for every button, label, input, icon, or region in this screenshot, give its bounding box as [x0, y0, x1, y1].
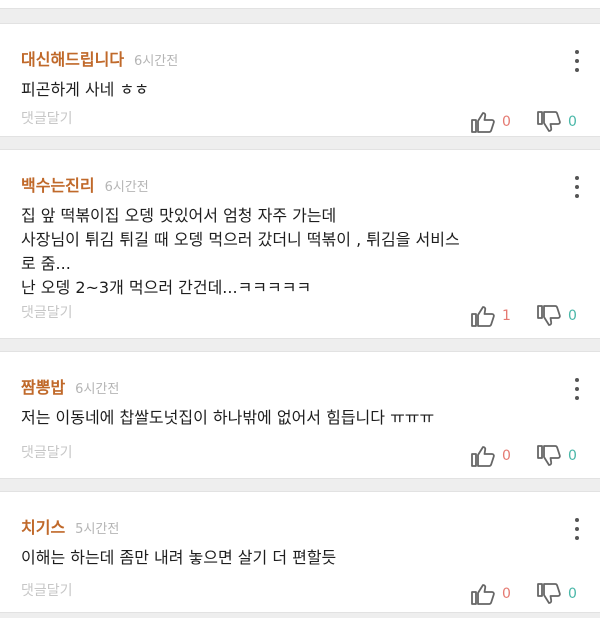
- like-button[interactable]: 0: [470, 110, 516, 134]
- dislike-count: 0: [568, 448, 577, 464]
- comment-author[interactable]: 짬뽕밥: [21, 374, 65, 398]
- comment-header: 대신해드립니다 6시간전: [21, 46, 178, 70]
- thumbs-up-icon: [471, 446, 495, 467]
- like-button[interactable]: 0: [470, 444, 516, 468]
- vote-bar: 0 0: [470, 582, 582, 606]
- dislike-count: 0: [568, 586, 577, 602]
- comment-item: 짬뽕밥 6시간전 저는 이동네에 찹쌀도넛집이 하나밖에 없어서 힘듭니다 ㅠㅠ…: [0, 351, 600, 479]
- comment-time: 6시간전: [75, 382, 120, 397]
- comment-author[interactable]: 대신해드립니다: [21, 46, 124, 70]
- dislike-button[interactable]: 0: [536, 582, 582, 606]
- comment-item: 치기스 5시간전 이해는 하는데 좀만 내려 놓으면 살기 더 편할듯 댓글달기…: [0, 491, 600, 613]
- more-vertical-icon[interactable]: [574, 50, 580, 72]
- vote-bar: 1 0: [470, 304, 582, 328]
- like-count: 0: [502, 586, 511, 602]
- comment-time: 6시간전: [104, 180, 149, 195]
- thumbs-down-icon: [537, 583, 561, 604]
- like-button[interactable]: 1: [470, 304, 516, 328]
- more-vertical-icon[interactable]: [574, 176, 580, 198]
- comment-text: 저는 이동네에 찹쌀도넛집이 하나밖에 없어서 힘듭니다 ㅠㅠㅠ: [21, 408, 435, 427]
- comment-header: 짬뽕밥 6시간전: [21, 374, 119, 398]
- dislike-count: 0: [568, 114, 577, 130]
- comment-text: 집 앞 떡볶이집 오뎅 맛있어서 엄청 자주 가는데 사장님이 튀김 튀길 때 …: [21, 206, 460, 297]
- comment-time: 6시간전: [134, 54, 179, 69]
- thumbs-up-icon: [471, 584, 495, 605]
- dislike-count: 0: [568, 308, 577, 324]
- comment-author[interactable]: 치기스: [21, 514, 65, 538]
- more-vertical-icon[interactable]: [574, 518, 580, 540]
- reply-button[interactable]: 댓글달기: [21, 580, 73, 600]
- comment-header: 백수는진리 6시간전: [21, 172, 149, 196]
- vote-bar: 0 0: [470, 444, 582, 468]
- thumbs-up-icon: [471, 306, 495, 327]
- comment-text: 이해는 하는데 좀만 내려 놓으면 살기 더 편할듯: [21, 548, 337, 567]
- dislike-button[interactable]: 0: [536, 110, 582, 134]
- comment-item: 백수는진리 6시간전 집 앞 떡볶이집 오뎅 맛있어서 엄청 자주 가는데 사장…: [0, 149, 600, 339]
- like-count: 0: [502, 114, 511, 130]
- reply-button[interactable]: 댓글달기: [21, 302, 73, 322]
- thumbs-down-icon: [537, 111, 561, 132]
- comment-time: 5시간전: [75, 522, 120, 537]
- thumbs-down-icon: [537, 445, 561, 466]
- comment-text: 피곤하게 사네 ㅎㅎ: [21, 80, 149, 99]
- comment-item: 대신해드립니다 6시간전 피곤하게 사네 ㅎㅎ 댓글달기 0 0: [0, 23, 600, 137]
- reply-button[interactable]: 댓글달기: [21, 442, 73, 462]
- more-vertical-icon[interactable]: [574, 378, 580, 400]
- dislike-button[interactable]: 0: [536, 444, 582, 468]
- like-button[interactable]: 0: [470, 582, 516, 606]
- vote-bar: 0 0: [470, 110, 582, 134]
- thumbs-up-icon: [471, 112, 495, 133]
- like-count: 0: [502, 448, 511, 464]
- thumbs-down-icon: [537, 305, 561, 326]
- reply-button[interactable]: 댓글달기: [21, 108, 73, 128]
- comment-header: 치기스 5시간전: [21, 514, 119, 538]
- dislike-button[interactable]: 0: [536, 304, 582, 328]
- previous-item-edge: [0, 0, 600, 9]
- like-count: 1: [502, 308, 511, 324]
- comment-author[interactable]: 백수는진리: [21, 172, 95, 196]
